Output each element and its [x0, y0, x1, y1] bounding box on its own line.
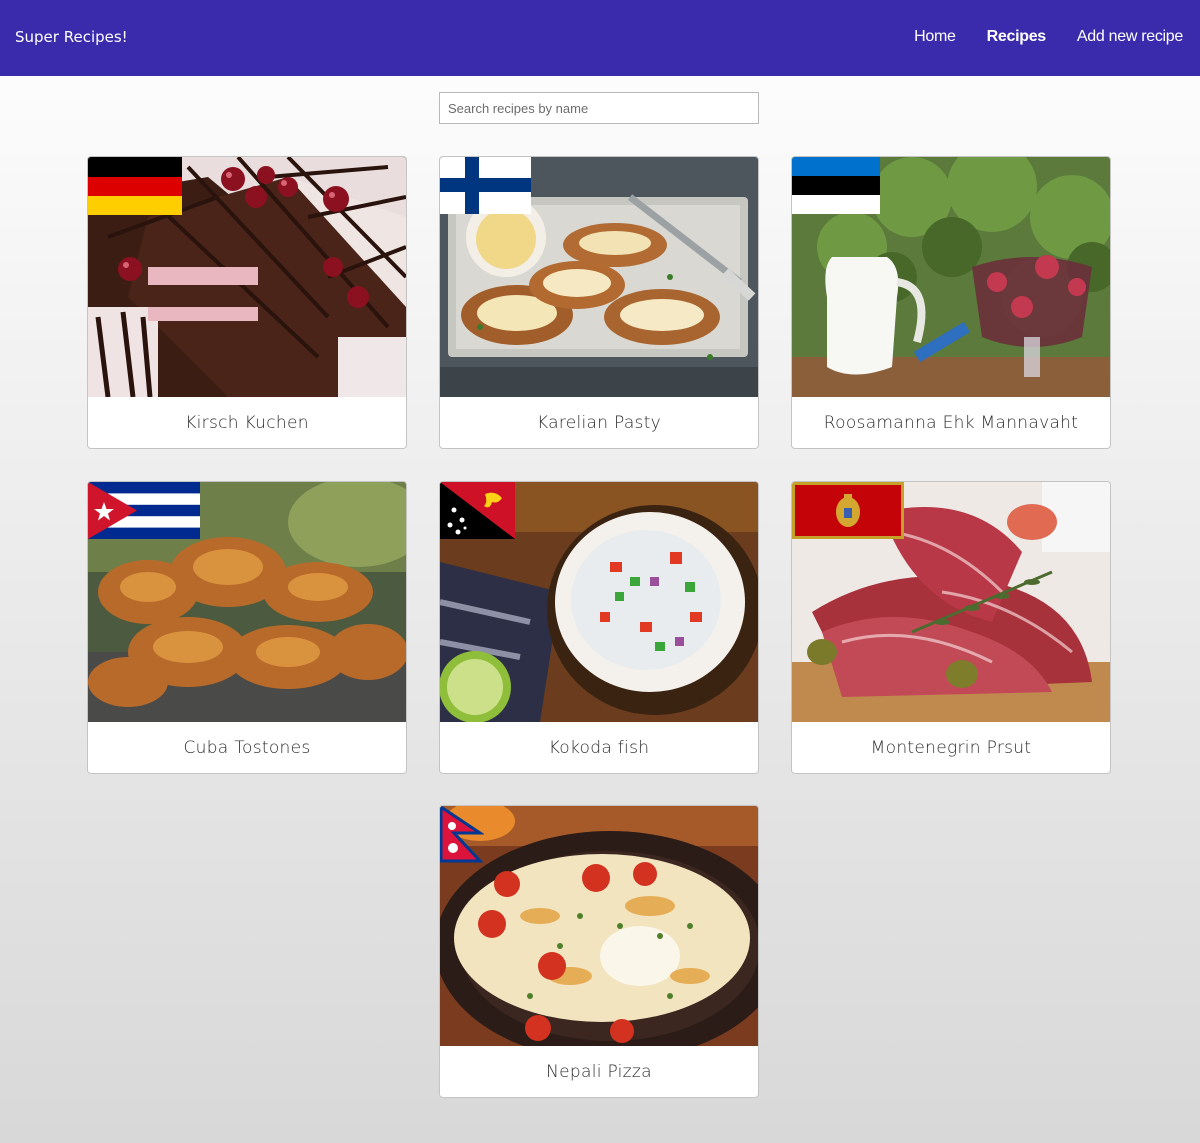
recipe-card[interactable]: Roosamanna Ehk Mannavaht [791, 156, 1111, 449]
recipe-image [88, 157, 406, 397]
brand-title[interactable]: Super Recipes! [15, 28, 128, 46]
recipe-image [440, 806, 758, 1046]
recipe-title: Kokoda fish [548, 738, 650, 758]
recipe-image [88, 482, 406, 722]
nav-recipes-link[interactable]: Recipes [987, 28, 1047, 46]
recipe-image [440, 157, 758, 397]
recipe-card[interactable]: Montenegrin Prsut [791, 481, 1111, 774]
recipe-card[interactable]: Cuba Tostones [87, 481, 407, 774]
nepal-flag-icon [440, 806, 484, 863]
recipe-image [792, 157, 1110, 397]
recipe-card[interactable]: Kokoda fish [439, 481, 759, 774]
germany-flag-icon [88, 157, 182, 215]
navbar: Super Recipes! Home Recipes Add new reci… [0, 0, 1200, 76]
recipe-title: Roosamanna Ehk Mannavaht [823, 413, 1079, 433]
recipe-title: Kirsch Kuchen [185, 413, 309, 433]
recipe-card[interactable]: Kirsch Kuchen [87, 156, 407, 449]
recipe-title: Karelian Pasty [536, 413, 662, 433]
recipe-title: Nepali Pizza [546, 1062, 652, 1082]
search-input[interactable] [439, 92, 759, 124]
papua-new-guinea-flag-icon [440, 482, 515, 539]
recipe-image [440, 482, 758, 722]
recipe-title: Cuba Tostones [183, 738, 311, 758]
finland-flag-icon [440, 157, 531, 214]
nav-home-link[interactable]: Home [914, 28, 956, 46]
nav-links: Home Recipes Add new recipe [914, 28, 1183, 46]
estonia-flag-icon [792, 157, 880, 214]
recipe-card[interactable]: Karelian Pasty [439, 156, 759, 449]
montenegro-flag-icon [792, 482, 904, 539]
cuba-flag-icon [88, 482, 200, 539]
recipe-title: Montenegrin Prsut [870, 738, 1032, 758]
nav-add-recipe-link[interactable]: Add new recipe [1077, 28, 1183, 46]
recipe-card[interactable]: Nepali Pizza [439, 805, 759, 1098]
recipe-image [792, 482, 1110, 722]
